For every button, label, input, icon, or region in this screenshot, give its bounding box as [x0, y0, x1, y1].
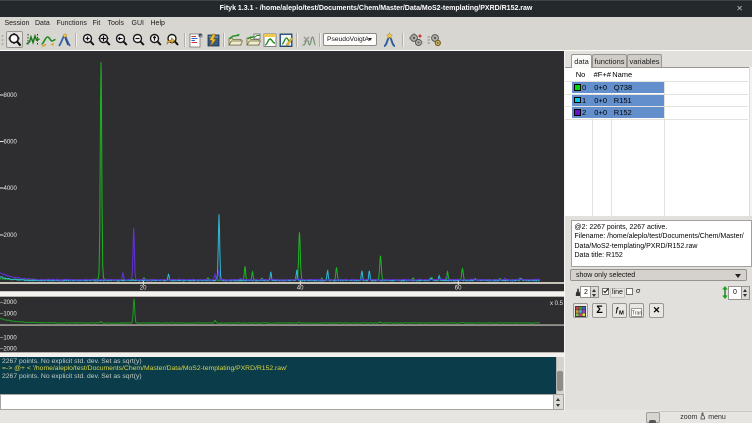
svg-text:–1000: –1000 — [0, 311, 17, 317]
svg-text:2000: 2000 — [4, 233, 18, 239]
svg-text:x 0.5: x 0.5 — [550, 301, 564, 307]
svg-text:Tran: Tran — [632, 311, 642, 317]
svg-text:8000: 8000 — [4, 93, 18, 99]
svg-text:–2000: –2000 — [0, 347, 17, 353]
svg-text:–1000: –1000 — [0, 335, 17, 341]
svg-text:–2000: –2000 — [0, 300, 17, 306]
svg-text:6000: 6000 — [4, 140, 18, 146]
svg-text:4000: 4000 — [4, 186, 18, 192]
